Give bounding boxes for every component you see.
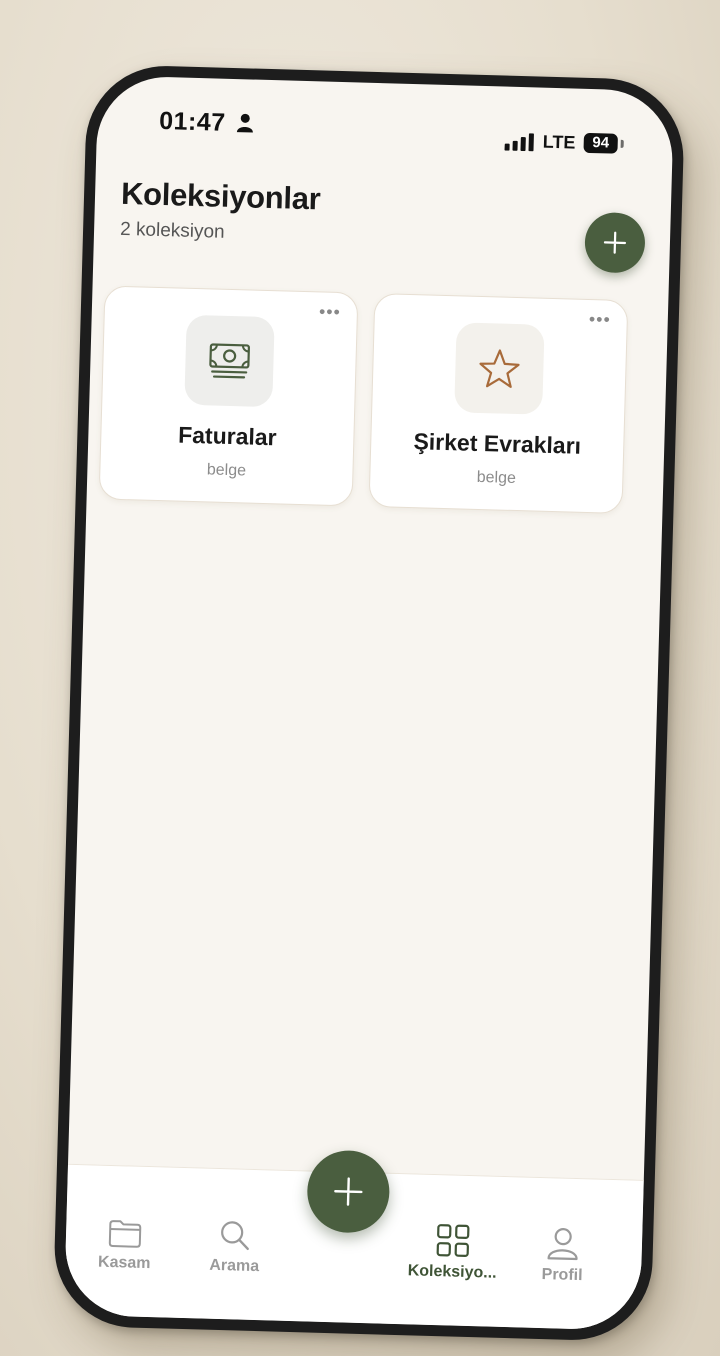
battery-icon: 94 bbox=[583, 132, 618, 154]
status-time: 01:47 bbox=[158, 106, 226, 137]
signal-icon bbox=[504, 133, 534, 152]
person-status-icon bbox=[236, 113, 255, 133]
collection-doc-count: belge bbox=[476, 468, 517, 488]
tab-bar: Kasam Arama Koleksiyo... Profil bbox=[63, 1149, 644, 1331]
collection-icon-box bbox=[454, 322, 545, 415]
page-title: Koleksiyonlar bbox=[120, 175, 321, 217]
collection-name: Faturalar bbox=[177, 421, 277, 451]
tab-label: Koleksiyo... bbox=[407, 1262, 497, 1282]
tab-kasam[interactable]: Kasam bbox=[69, 1217, 180, 1274]
tab-arama[interactable]: Arama bbox=[179, 1218, 291, 1277]
collection-count: 2 koleksiyon bbox=[119, 218, 225, 243]
tab-profil[interactable]: Profil bbox=[507, 1225, 619, 1286]
star-icon bbox=[479, 349, 520, 388]
more-icon[interactable]: ••• bbox=[589, 309, 611, 330]
app-screen: 01:47 LTE 94 Koleksiyonlar 2 koleksiyon … bbox=[63, 75, 675, 1331]
status-bar: 01:47 LTE 94 bbox=[96, 75, 674, 171]
search-icon bbox=[221, 1221, 249, 1251]
tab-koleksiyonlar[interactable]: Koleksiyo... bbox=[397, 1222, 509, 1283]
tab-label: Arama bbox=[209, 1256, 260, 1276]
collection-doc-count: belge bbox=[206, 461, 247, 480]
collection-card-faturalar[interactable]: ••• Faturalar belge bbox=[98, 285, 359, 507]
plus-icon bbox=[334, 1177, 363, 1206]
money-icon bbox=[209, 343, 250, 379]
folder-icon bbox=[108, 1220, 142, 1248]
phone-frame: 01:47 LTE 94 Koleksiyonlar 2 koleksiyon … bbox=[52, 63, 686, 1343]
tab-label: Kasam bbox=[97, 1253, 151, 1273]
collection-name: Şirket Evrakları bbox=[413, 428, 582, 459]
person-icon bbox=[547, 1228, 578, 1261]
collection-icon-box bbox=[184, 314, 275, 408]
grid-icon bbox=[436, 1224, 470, 1257]
plus-icon bbox=[603, 231, 627, 254]
battery-tip bbox=[620, 139, 624, 148]
network-type: LTE bbox=[542, 131, 576, 153]
add-document-fab[interactable] bbox=[306, 1149, 391, 1234]
tab-label: Profil bbox=[541, 1266, 583, 1285]
collection-card-sirket-evraklari[interactable]: ••• Şirket Evrakları belge bbox=[368, 292, 629, 515]
more-icon[interactable]: ••• bbox=[319, 301, 341, 322]
add-collection-button[interactable] bbox=[584, 211, 646, 274]
